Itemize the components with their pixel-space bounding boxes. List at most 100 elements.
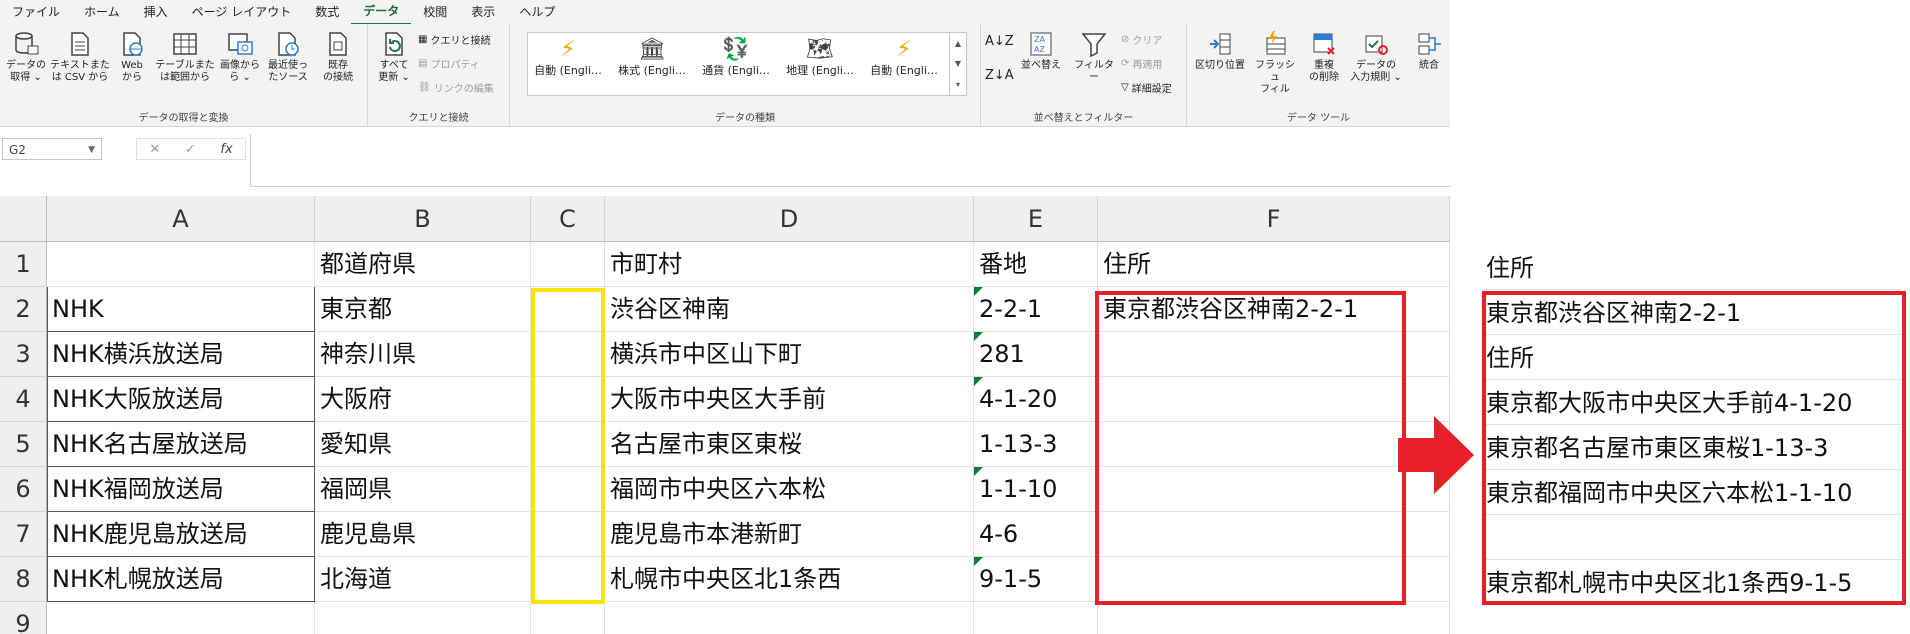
clear-label: クリア <box>1132 36 1163 47</box>
tab-8[interactable]: ヘルプ <box>507 0 567 24</box>
insert-function-icon[interactable]: fx <box>220 142 232 157</box>
cell-d9[interactable] <box>605 602 974 634</box>
tab-7[interactable]: 表示 <box>459 0 507 24</box>
reapply-button[interactable]: ⟳ 再適用 <box>1121 56 1162 71</box>
tab-3[interactable]: ページ レイアウト <box>180 0 304 24</box>
cancel-icon[interactable]: ✕ <box>149 142 160 157</box>
sort-descending-button[interactable]: Z↓A <box>985 68 1014 83</box>
row-header-7[interactable]: 7 <box>0 512 47 557</box>
cell-d2[interactable]: 渋谷区神南 <box>605 287 974 332</box>
name-box-value: G2 <box>9 143 26 157</box>
row-header-9[interactable]: 9 <box>0 602 47 634</box>
filter-button[interactable]: フィルター <box>1071 30 1117 84</box>
cell-d6[interactable]: 福岡市中央区六本松 <box>605 467 974 512</box>
tab-6[interactable]: 校閲 <box>411 0 459 24</box>
number-as-text-indicator <box>974 557 983 566</box>
cell-f9[interactable] <box>1098 602 1450 634</box>
consolidate-button[interactable]: 統合 <box>1409 30 1449 72</box>
cell-f1[interactable]: 住所 <box>1098 242 1450 287</box>
cell-d1[interactable]: 市町村 <box>605 242 974 287</box>
refresh-all-button[interactable]: すべて 更新 ⌄ <box>374 30 414 84</box>
sort-button[interactable]: ZA AZ 並べ替え <box>1015 30 1067 72</box>
from-picture-button[interactable]: 画像から ら ⌄ <box>218 30 262 84</box>
tab-0[interactable]: ファイル <box>0 0 72 24</box>
properties-button[interactable]: ▤ プロパティ <box>418 56 480 71</box>
from-web-button[interactable]: Web から <box>112 30 152 84</box>
datatype-geography[interactable]: 🗺 地理 (Engli… <box>780 37 860 78</box>
tab-5[interactable]: データ <box>351 0 412 25</box>
cell-a9[interactable] <box>47 602 315 634</box>
cell-e2[interactable]: 2-2-1 <box>974 287 1098 332</box>
enter-check-icon[interactable]: ✓ <box>185 142 196 157</box>
remove-duplicates-button[interactable]: 重複 の削除 <box>1303 30 1345 84</box>
column-header-b[interactable]: B <box>315 196 531 242</box>
cell-b6[interactable]: 福岡県 <box>315 467 531 512</box>
row-header-3[interactable]: 3 <box>0 332 47 377</box>
datatype-auto-2[interactable]: ⚡ 自動 (Engli… <box>864 37 944 78</box>
from-text-csv-button[interactable]: テキストまた は CSV から <box>50 30 110 84</box>
cell-b1[interactable]: 都道府県 <box>315 242 531 287</box>
cell-a1[interactable] <box>47 242 315 287</box>
gallery-more-icon[interactable]: ▾ <box>956 80 960 89</box>
cell-e6[interactable]: 1-1-10 <box>974 467 1098 512</box>
cell-e3[interactable]: 281 <box>974 332 1098 377</box>
name-box[interactable]: G2 ▼ <box>2 138 102 160</box>
column-header-f[interactable]: F <box>1098 196 1450 242</box>
data-validation-button[interactable]: データの 入力規則 ⌄ <box>1347 30 1405 84</box>
cell-c1[interactable] <box>531 242 605 287</box>
column-header-d[interactable]: D <box>605 196 974 242</box>
cell-e9[interactable] <box>974 602 1098 634</box>
text-to-columns-button[interactable]: 区切り位置 <box>1191 30 1249 72</box>
from-table-range-button[interactable]: テーブルまた は範囲から <box>154 30 216 84</box>
gallery-scroll[interactable]: ▲ ▼ ▾ <box>949 33 966 95</box>
cell-b7[interactable]: 鹿児島県 <box>315 512 531 557</box>
cell-d4[interactable]: 大阪市中央区大手前 <box>605 377 974 422</box>
tab-4[interactable]: 数式 <box>303 0 351 24</box>
row-header-2[interactable]: 2 <box>0 287 47 332</box>
cell-e8[interactable]: 9-1-5 <box>974 557 1098 602</box>
row-header-1[interactable]: 1 <box>0 242 47 287</box>
cell-b8[interactable]: 北海道 <box>315 557 531 602</box>
cell-b2[interactable]: 東京都 <box>315 287 531 332</box>
cell-b9[interactable] <box>315 602 531 634</box>
formula-input[interactable] <box>250 134 1451 187</box>
cell-d7[interactable]: 鹿児島市本港新町 <box>605 512 974 557</box>
cell-e7[interactable]: 4-6 <box>974 512 1098 557</box>
advanced-filter-button[interactable]: ▽ 詳細設定 <box>1121 80 1172 95</box>
cell-b3[interactable]: 神奈川県 <box>315 332 531 377</box>
get-data-button[interactable]: データの 取得 ⌄ <box>4 30 48 84</box>
cell-b4[interactable]: 大阪府 <box>315 377 531 422</box>
clear-filter-button[interactable]: ⊘ クリア <box>1121 32 1162 47</box>
existing-connections-label-2: の接続 <box>323 72 353 83</box>
sort-ascending-button[interactable]: A↓Z <box>985 34 1014 49</box>
edit-links-button[interactable]: ⛓ リンクの編集 <box>418 80 494 95</box>
cell-d3[interactable]: 横浜市中区山下町 <box>605 332 974 377</box>
cell-e4[interactable]: 4-1-20 <box>974 377 1098 422</box>
existing-connections-button[interactable]: 既存 の接続 <box>316 30 360 84</box>
tab-1[interactable]: ホーム <box>72 0 132 24</box>
cell-d8[interactable]: 札幌市中央区北1条西 <box>605 557 974 602</box>
scroll-down-icon[interactable]: ▼ <box>955 59 961 68</box>
row-header-4[interactable]: 4 <box>0 377 47 422</box>
scroll-up-icon[interactable]: ▲ <box>955 39 961 48</box>
recent-sources-button[interactable]: 最近使っ たソース <box>264 30 312 84</box>
cell-c9[interactable] <box>531 602 605 634</box>
row-header-8[interactable]: 8 <box>0 557 47 602</box>
select-all-corner[interactable] <box>0 196 47 242</box>
column-header-e[interactable]: E <box>974 196 1098 242</box>
cell-d5[interactable]: 名古屋市東区東桜 <box>605 422 974 467</box>
cell-e5[interactable]: 1-13-3 <box>974 422 1098 467</box>
row-header-5[interactable]: 5 <box>0 422 47 467</box>
cell-e1[interactable]: 番地 <box>974 242 1098 287</box>
datatype-stocks[interactable]: 🏛 株式 (Engli… <box>612 37 692 78</box>
datatype-currency[interactable]: 💱 通貨 (Engli… <box>696 37 776 78</box>
datatype-auto-1[interactable]: ⚡ 自動 (Engli… <box>528 37 608 78</box>
tab-2[interactable]: 挿入 <box>132 0 180 24</box>
queries-connections-button[interactable]: ▦ クエリと接続 <box>418 32 490 47</box>
row-header-6[interactable]: 6 <box>0 467 47 512</box>
column-header-c[interactable]: C <box>531 196 605 242</box>
name-box-dropdown-icon[interactable]: ▼ <box>88 139 95 161</box>
column-header-a[interactable]: A <box>47 196 315 242</box>
flash-fill-button[interactable]: フラッシュ フィル <box>1251 30 1299 96</box>
cell-b5[interactable]: 愛知県 <box>315 422 531 467</box>
